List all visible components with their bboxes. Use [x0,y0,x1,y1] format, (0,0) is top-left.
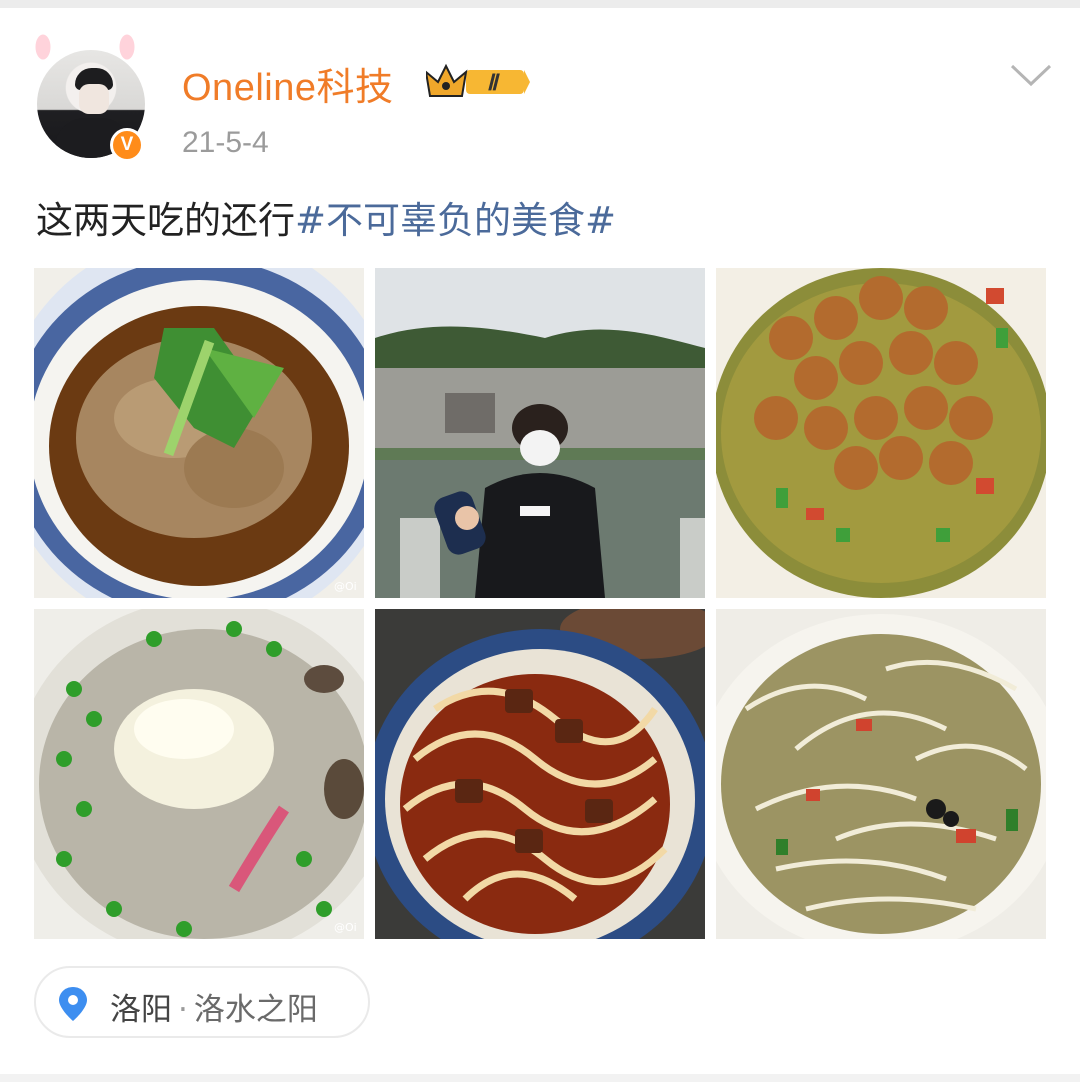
location-place: 洛水之阳 [193,992,318,1028]
username[interactable]: Oneline科技 [182,56,393,111]
post-text: 这两天吃的还行#不可辜负的美食# [36,190,616,244]
verified-badge-icon: V [110,128,144,162]
photo-6[interactable] [716,609,1046,939]
photo-1[interactable]: @Oi [34,268,364,598]
post-body-text: 这两天吃的还行 [36,199,295,242]
chevron-down-icon[interactable] [1008,60,1054,90]
location-separator: · [178,992,188,1028]
location-tag[interactable]: 洛阳 · 洛水之阳 [34,966,370,1038]
bunny-ear-left-icon [32,32,54,62]
photo-5[interactable] [375,609,705,939]
photo-grid: @Oi @Oi [34,268,1046,939]
status-divider [0,0,1080,8]
location-pin-icon [59,987,87,1021]
bottom-divider [0,1074,1080,1082]
photo-watermark: @Oi [334,921,357,934]
location-city: 洛阳 [110,992,172,1028]
photo-watermark: @Oi [334,580,357,593]
post-date: 21-5-4 [182,126,269,159]
photo-4[interactable]: @Oi [34,609,364,939]
hashtag-link[interactable]: #不可辜负的美食# [295,199,616,242]
avatar-container[interactable]: V [28,32,156,162]
photo-2[interactable] [375,268,705,598]
photo-3[interactable] [716,268,1046,598]
location-text: 洛阳 · 洛水之阳 [110,984,318,1029]
crown-icon: Ⅱ [426,63,530,97]
